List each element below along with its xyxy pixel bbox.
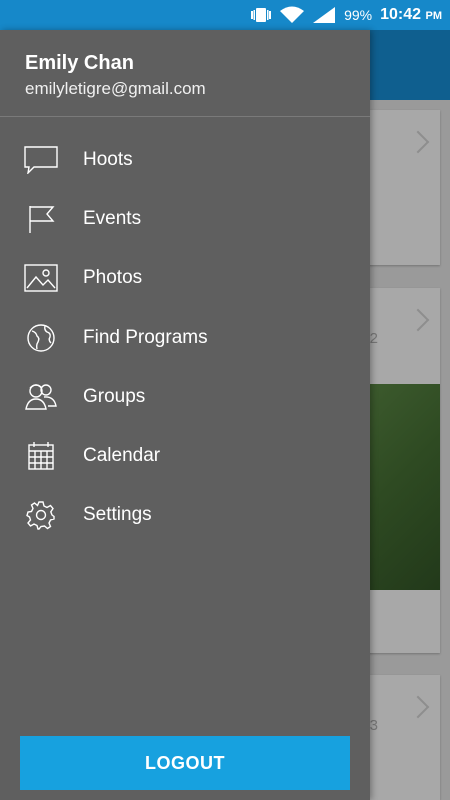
globe-icon [24,323,58,353]
clock-time: 10:42 [380,6,422,23]
image-icon [24,263,58,293]
menu-item-label: Events [83,207,142,229]
menu-item-settings[interactable]: Settings [0,486,370,545]
menu-item-label: Hoots [83,148,133,170]
menu-item-label: Calendar [83,445,161,467]
flag-icon [24,204,58,234]
wifi-icon [280,6,305,23]
background-photo [370,384,440,590]
menu-item-hoots[interactable]: Hoots [0,130,370,189]
chat-bubble-icon [24,145,58,175]
drawer-header: Emily Chan emilyletigre@gmail.com [0,30,370,117]
background-text: 2 [369,330,378,347]
menu-item-label: Groups [83,385,146,407]
menu-item-photos[interactable]: Photos [0,249,370,308]
user-name: Emily Chan [25,52,134,74]
user-email: emilyletigre@gmail.com [25,79,206,98]
background-text: 3 [369,717,378,734]
status-bar: 99% 10:42 PM [0,0,450,30]
chevron-right-icon [406,130,430,154]
battery-percent: 99% [344,7,373,23]
signal-icon [313,7,336,23]
chevron-right-icon [406,308,430,332]
clock-ampm: PM [425,10,443,22]
clock: 10:42 PM [380,6,442,24]
chevron-right-icon [406,695,430,719]
menu-item-label: Photos [83,267,143,289]
drawer-menu: Hoots Events Photos Find Programs Groups… [0,130,370,545]
navigation-drawer: Emily Chan emilyletigre@gmail.com Hoots … [0,30,370,800]
menu-item-events[interactable]: Events [0,189,370,248]
status-icons: 99% 10:42 PM [250,0,442,30]
groups-icon [24,382,58,412]
vibrate-icon [251,8,272,22]
menu-item-calendar[interactable]: Calendar [0,426,370,485]
logout-button[interactable]: LOGOUT [20,736,350,790]
menu-item-label: Settings [83,504,152,526]
menu-item-find-programs[interactable]: Find Programs [0,308,370,367]
menu-item-label: Find Programs [83,326,208,348]
calendar-icon [24,441,58,471]
menu-item-groups[interactable]: Groups [0,367,370,426]
gear-icon [24,500,58,531]
